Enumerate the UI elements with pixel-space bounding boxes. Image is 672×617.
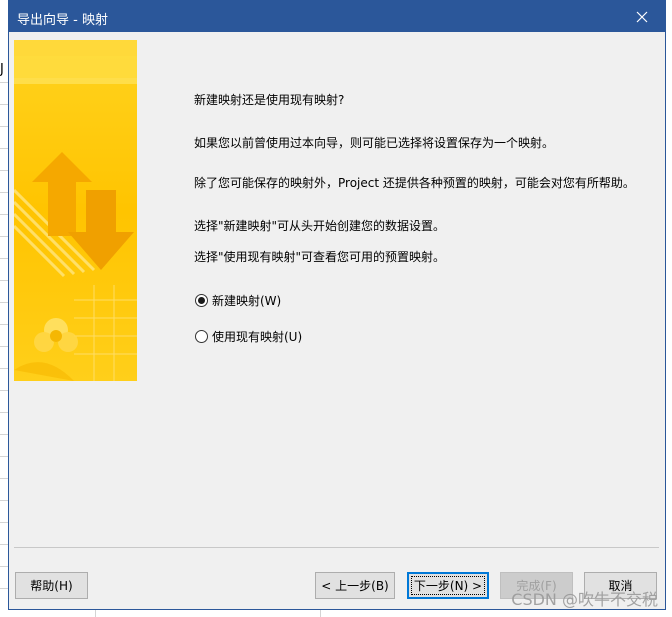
help-button-label: 帮助(H) [30, 579, 73, 593]
button-separator [14, 547, 659, 548]
focus-rectangle [411, 576, 485, 595]
back-button-label: < 上一步(B) [321, 579, 389, 593]
export-wizard-dialog: 导出向导 - 映射 新建映射还是使用现有映射? 如果您以前曾使用过本向导，则可能… [8, 0, 666, 610]
dialog-title: 导出向导 - 映射 [17, 13, 108, 28]
radio-existing-mapping[interactable]: 使用现有映射(U) [195, 328, 302, 345]
radio-button-unchecked[interactable] [195, 330, 208, 343]
wizard-illustration [14, 40, 137, 381]
help-button[interactable]: 帮助(H) [15, 572, 88, 599]
back-button[interactable]: < 上一步(B) [315, 572, 395, 599]
background-cell-text: J [0, 62, 4, 77]
close-button[interactable] [619, 1, 665, 32]
question-text: 新建映射还是使用现有映射? [194, 93, 345, 107]
close-icon [636, 11, 648, 22]
next-button[interactable]: 下一步(N) > [407, 572, 489, 599]
radio-existing-mapping-label: 使用现有映射(U) [212, 330, 303, 344]
wizard-arrows-illustration-icon [14, 40, 137, 381]
info-paragraph-2: 除了您可能保存的映射外，Project 还提供各种预置的映射，可能会对您有所帮助… [194, 176, 635, 190]
watermark-text: CSDN @吹牛不交税 [511, 590, 658, 609]
radio-button-checked[interactable] [195, 294, 208, 307]
title-bar[interactable]: 导出向导 - 映射 [9, 1, 665, 32]
info-paragraph-1: 如果您以前曾使用过本向导，则可能已选择将设置保存为一个映射。 [194, 136, 555, 150]
radio-new-mapping-label: 新建映射(W) [212, 294, 282, 308]
radio-new-mapping[interactable]: 新建映射(W) [195, 292, 281, 309]
info-paragraph-4: 选择"使用现有映射"可查看您可用的预置映射。 [194, 250, 446, 264]
info-paragraph-3: 选择"新建映射"可从头开始创建您的数据设置。 [194, 219, 446, 233]
